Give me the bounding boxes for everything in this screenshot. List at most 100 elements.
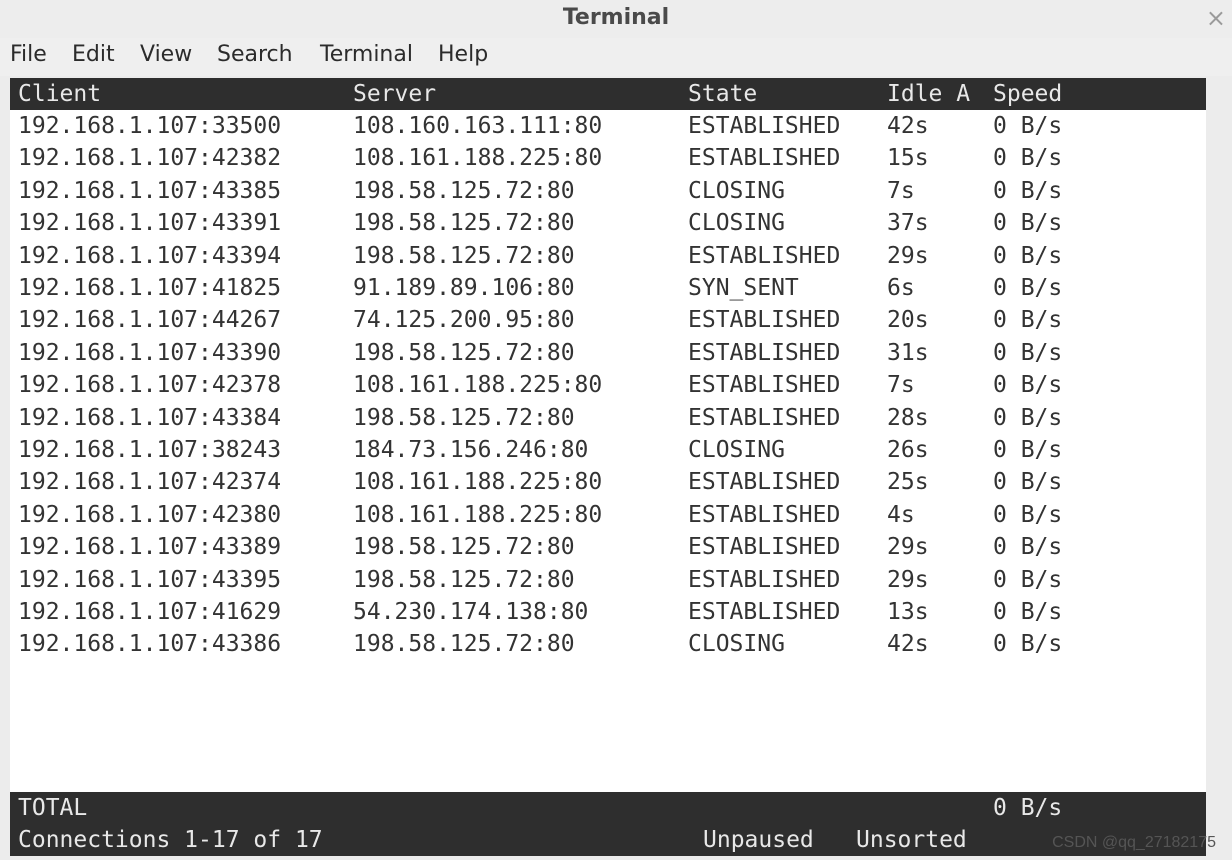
cell-speed: 0 B/s [993,534,1063,561]
cell-client: 192.168.1.107:41629 [18,599,282,625]
window-edge [1206,78,1232,860]
header-idle: Idle A [887,81,971,107]
header-state: State [688,81,758,107]
menu-terminal[interactable]: Terminal [320,42,413,67]
cell-client: 192.168.1.107:42382 [18,145,282,172]
cell-state: ESTABLISHED [688,113,841,139]
table-row: 192.168.1.107:42380 108.161.188.225:80 EST… [10,499,1206,531]
menu-bar: File Edit View Search Terminal Help [0,38,1232,76]
cell-speed: 0 B/s [993,307,1063,334]
cell-server: 198.58.125.72:80 [353,210,575,237]
cell-client: 192.168.1.107:38243 [18,437,282,463]
cell-client: 192.168.1.107:43395 [18,566,282,593]
cell-idle: 25s [887,469,929,496]
cell-speed: 0 B/s [993,275,1063,301]
cell-client: 192.168.1.107:42380 [18,501,282,528]
cell-state: ESTABLISHED [688,339,841,366]
title-bar: Terminal × [0,0,1232,38]
cell-speed: 0 B/s [993,566,1063,593]
cell-server: 108.161.188.225:80 [353,501,603,528]
table-row: 192.168.1.107:43385 198.58.125.72:80 CLOSI… [10,175,1206,207]
cell-server: 54.230.174.138:80 [353,599,589,625]
cell-state: CLOSING [688,210,785,237]
cell-idle: 29s [887,242,929,269]
cell-idle: 7s [887,372,915,399]
cell-client: 192.168.1.107:43389 [18,534,282,561]
cell-idle: 29s [887,566,929,593]
cell-server: 74.125.200.95:80 [353,307,575,334]
cell-state: ESTABLISHED [688,534,841,561]
menu-view[interactable]: View [140,42,192,67]
cell-client: 192.168.1.107:33500 [18,113,282,139]
cell-state: ESTABLISHED [688,307,841,334]
cell-idle: 28s [887,404,929,431]
cell-client: 192.168.1.107:43391 [18,210,282,237]
header-server: Server [353,81,437,107]
cell-server: 198.58.125.72:80 [353,404,575,431]
cell-client: 192.168.1.107:43384 [18,404,282,431]
cell-server: 198.58.125.72:80 [353,534,575,561]
table-row: 192.168.1.107:42378 108.161.188.225:80 EST… [10,369,1206,401]
cell-client: 192.168.1.107:43394 [18,242,282,269]
status-footer: TOTAL 0 B/s Connections 1-17 of 17 Unpau… [10,792,1206,856]
cell-speed: 0 B/s [993,339,1063,366]
table-row: 192.168.1.107:38243 184.73.156.246:80 CLOS… [10,434,1206,466]
cell-client: 192.168.1.107:43385 [18,177,282,204]
table-row: 192.168.1.107:43384 198.58.125.72:80 ESTAB… [10,402,1206,434]
cell-state: ESTABLISHED [688,469,841,496]
table-row: 192.168.1.107:44267 74.125.200.95:80 ESTAB… [10,304,1206,336]
cell-client: 192.168.1.107:43390 [18,339,282,366]
cell-client: 192.168.1.107:42378 [18,372,282,399]
table-header: Client Server State Idle A Speed [10,78,1206,110]
header-speed: Speed [993,81,1063,107]
close-icon[interactable]: × [1206,4,1226,32]
cell-server: 198.58.125.72:80 [353,631,575,658]
cell-speed: 0 B/s [993,631,1063,658]
cell-idle: 13s [887,599,929,625]
cell-server: 91.189.89.106:80 [353,275,575,301]
cell-idle: 42s [887,113,929,139]
table-row: 192.168.1.107:33500 108.160.163.111:80 EST… [10,110,1206,142]
cell-idle: 31s [887,339,929,366]
cell-speed: 0 B/s [993,599,1063,625]
cell-state: ESTABLISHED [688,145,841,172]
menu-help[interactable]: Help [438,42,488,67]
table-row: 192.168.1.107:43386 198.58.125.72:80 CLOSI… [10,628,1206,660]
cell-state: ESTABLISHED [688,599,841,625]
table-row: 192.168.1.107:43395 198.58.125.72:80 ESTAB… [10,564,1206,596]
cell-server: 184.73.156.246:80 [353,437,589,463]
total-label: TOTAL [18,795,88,821]
cell-speed: 0 B/s [993,469,1063,496]
cell-state: ESTABLISHED [688,242,841,269]
pause-status: Unpaused [703,827,814,853]
sort-status: Unsorted [856,827,967,853]
cell-idle: 4s [887,501,915,528]
total-speed: 0 B/s [993,795,1063,821]
connections-count: Connections 1-17 of 17 [18,827,323,853]
cell-server: 198.58.125.72:80 [353,177,575,204]
cell-server: 108.161.188.225:80 [353,469,603,496]
terminal-area[interactable]: Client Server State Idle A Speed 192.168… [10,78,1206,856]
cell-client: 192.168.1.107:44267 [18,307,282,334]
cell-server: 108.161.188.225:80 [353,372,603,399]
menu-search[interactable]: Search [217,42,293,67]
table-row: 192.168.1.107:43389 198.58.125.72:80 ESTAB… [10,531,1206,563]
cell-idle: 37s [887,210,929,237]
cell-server: 108.160.163.111:80 [353,113,603,139]
cell-speed: 0 B/s [993,210,1063,237]
menu-file[interactable]: File [10,42,47,67]
cell-idle: 29s [887,534,929,561]
cell-state: CLOSING [688,177,785,204]
table-row: 192.168.1.107:42374 108.161.188.225:80 EST… [10,466,1206,498]
cell-state: ESTABLISHED [688,566,841,593]
cell-speed: 0 B/s [993,437,1063,463]
watermark: CSDN @qq_27182175 [1052,834,1216,851]
cell-idle: 20s [887,307,929,334]
cell-server: 198.58.125.72:80 [353,566,575,593]
cell-idle: 7s [887,177,915,204]
cell-client: 192.168.1.107:43386 [18,631,282,658]
menu-edit[interactable]: Edit [72,42,115,67]
table-row: 192.168.1.107:41629 54.230.174.138:80 ESTA… [10,596,1206,628]
cell-state: ESTABLISHED [688,372,841,399]
cell-speed: 0 B/s [993,177,1063,204]
